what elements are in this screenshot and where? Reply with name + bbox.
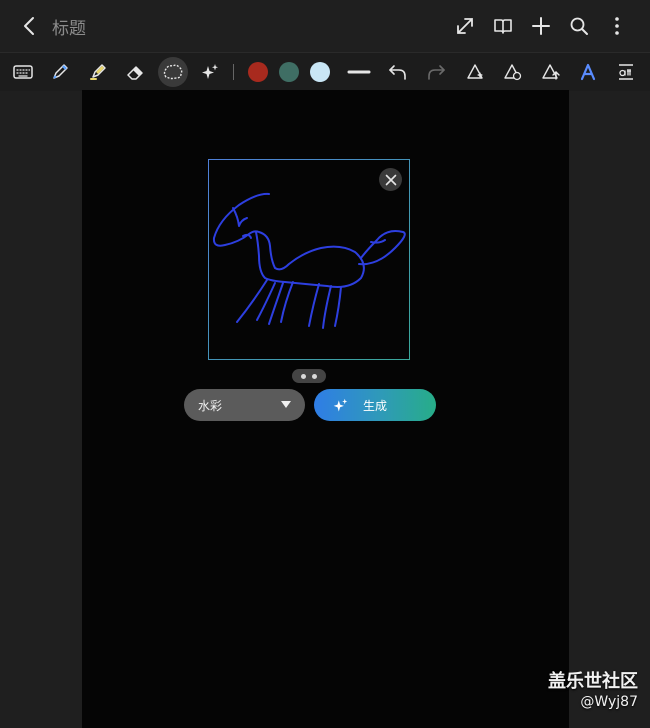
pen-tool[interactable] xyxy=(45,57,75,87)
lasso-icon xyxy=(163,64,183,80)
pen-icon xyxy=(53,64,68,79)
color-swatch-teal[interactable] xyxy=(279,62,299,82)
book-icon xyxy=(494,19,512,34)
book-view-button[interactable] xyxy=(484,12,522,40)
watermark-user: @Wyj87 xyxy=(580,694,638,710)
ai-sparkle-icon xyxy=(333,398,348,412)
pen-toolbar xyxy=(0,52,650,91)
search-button[interactable] xyxy=(560,12,598,40)
text-format-icon xyxy=(619,64,633,80)
stroke-width-icon xyxy=(347,70,371,74)
highlighter-tool[interactable] xyxy=(83,57,113,87)
shape-refresh-icon xyxy=(504,64,522,81)
shape-effect-button[interactable] xyxy=(461,57,491,87)
shape-refresh-button[interactable] xyxy=(498,57,528,87)
expand-icon xyxy=(457,18,473,34)
drag-handle[interactable] xyxy=(292,369,326,383)
text-style-button[interactable] xyxy=(573,57,603,87)
top-actions xyxy=(446,12,636,40)
stroke-width-button[interactable] xyxy=(344,57,374,87)
add-button[interactable] xyxy=(522,12,560,40)
undo-icon xyxy=(389,65,406,80)
page-title[interactable]: 标题 xyxy=(52,14,86,39)
search-icon xyxy=(570,17,588,35)
color-swatch-red[interactable] xyxy=(248,62,268,82)
generate-button-label: 生成 xyxy=(362,398,387,413)
close-icon xyxy=(385,174,396,185)
shape-upload-icon xyxy=(542,64,560,80)
keyboard-button[interactable] xyxy=(8,57,38,87)
eraser-tool[interactable] xyxy=(120,57,150,87)
style-dropdown[interactable]: 水彩 xyxy=(184,389,305,421)
highlighter-icon xyxy=(90,64,106,80)
toolbar-divider xyxy=(233,64,234,80)
shape-upload-button[interactable] xyxy=(536,57,566,87)
color-swatch-light-blue[interactable] xyxy=(310,62,330,82)
style-dropdown-label: 水彩 xyxy=(198,398,223,413)
sketch-frame[interactable] xyxy=(208,159,410,360)
eraser-icon xyxy=(127,66,143,80)
shape-effect-icon xyxy=(467,64,483,79)
back-arrow-icon xyxy=(24,17,34,35)
undo-button[interactable] xyxy=(383,57,413,87)
watermark-site: 盖乐世社区 xyxy=(548,671,638,692)
more-button[interactable] xyxy=(598,12,636,40)
text-style-icon xyxy=(580,63,596,81)
back-button[interactable] xyxy=(16,13,42,39)
lasso-tool[interactable] xyxy=(158,57,188,87)
ai-sparkle-icon xyxy=(202,64,218,79)
drag-dot xyxy=(301,373,306,379)
expand-button[interactable] xyxy=(446,12,484,40)
generate-button[interactable]: 生成 xyxy=(314,389,436,421)
keyboard-icon xyxy=(13,65,33,79)
redo-icon xyxy=(428,65,445,80)
redo-button[interactable] xyxy=(421,57,451,87)
top-bar: 标题 xyxy=(0,0,650,52)
add-icon xyxy=(532,17,550,35)
text-format-button[interactable] xyxy=(611,57,641,87)
horse-sketch xyxy=(212,192,406,329)
dropdown-arrow-icon xyxy=(281,401,291,408)
drag-dot xyxy=(312,373,317,379)
more-icon xyxy=(615,17,619,35)
ai-assist-tool[interactable] xyxy=(195,57,225,87)
close-sketch-button[interactable] xyxy=(379,168,402,191)
